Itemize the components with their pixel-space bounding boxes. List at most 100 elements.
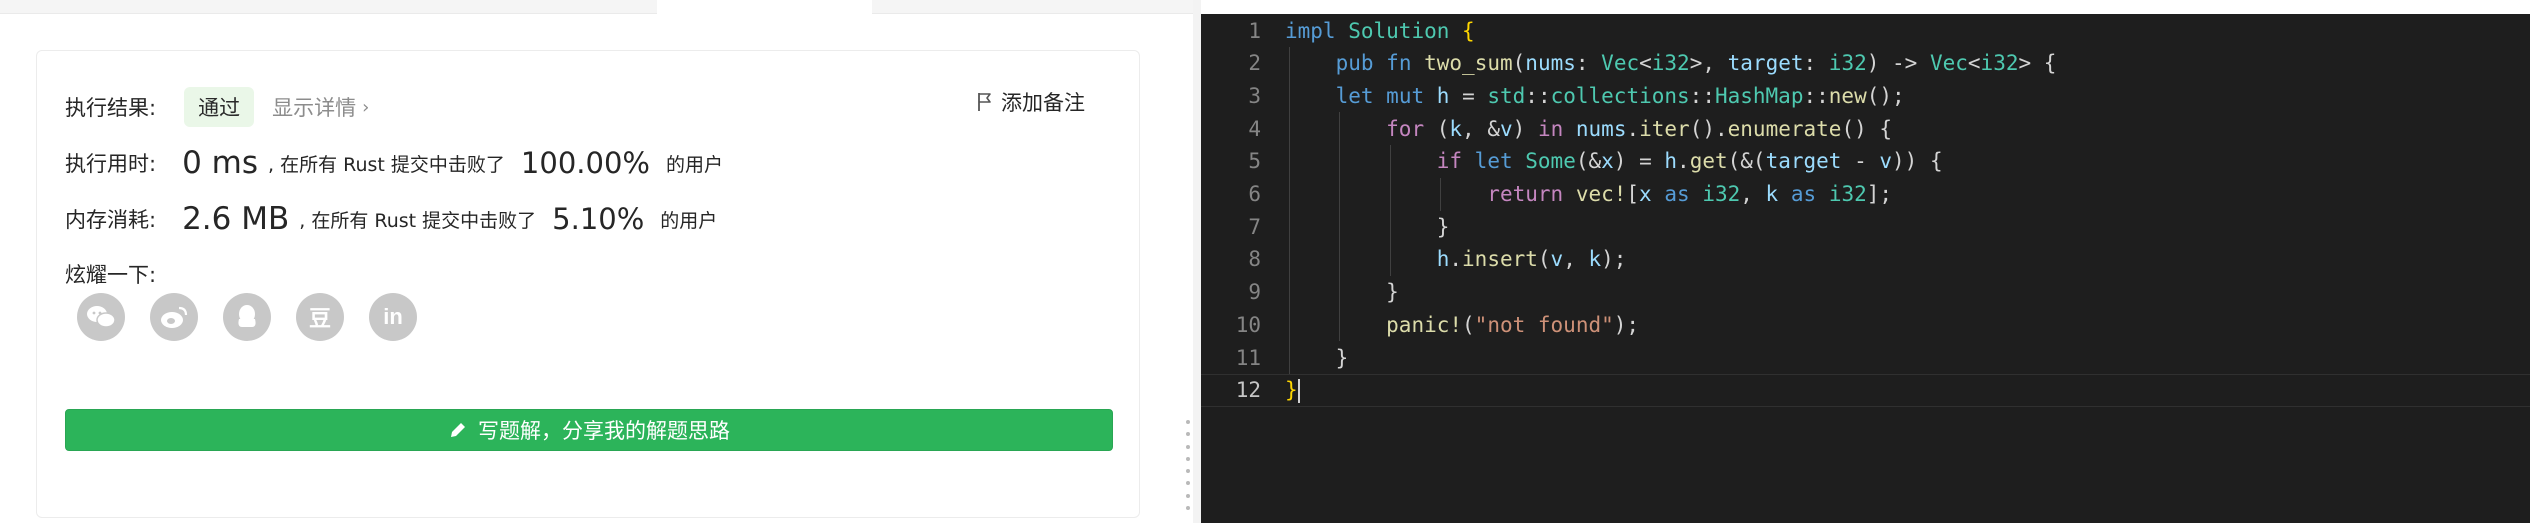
write-solution-button[interactable]: 写题解，分享我的解题思路 <box>65 409 1113 451</box>
code-token: let <box>1335 83 1374 108</box>
code-line[interactable]: 5 if let Some(&x) = h.get(&(target - v))… <box>1201 144 2530 178</box>
line-number: 7 <box>1248 214 1261 239</box>
code-token: :: <box>1689 83 1715 108</box>
runtime-label: 执行用时: <box>65 152 157 176</box>
memory-text: , 在所有 Rust 提交中击败了 <box>299 209 537 232</box>
code-text: pub fn two_sum(nums: Vec<i32>, target: i… <box>1285 51 2057 76</box>
linkedin-icon[interactable]: in <box>369 293 417 341</box>
code-token: impl <box>1285 18 1336 43</box>
code-token: } <box>1285 345 1349 370</box>
line-number: 8 <box>1248 247 1261 272</box>
code-token: v <box>1499 116 1513 141</box>
runtime-users: 的用户 <box>665 153 723 176</box>
line-number: 2 <box>1248 51 1261 76</box>
qq-icon[interactable] <box>223 293 271 341</box>
code-token: () { <box>1841 116 1893 141</box>
code-token: i32 <box>1702 182 1741 206</box>
code-token: h <box>1436 247 1450 272</box>
memory-value: 2.6 MB <box>182 201 290 237</box>
code-line[interactable]: 6 return vec![x as i32, k as i32]; <box>1201 177 2530 211</box>
wechat-icon[interactable] <box>77 293 125 341</box>
code-token: { <box>1462 18 1475 43</box>
code-token: :: <box>1525 83 1551 108</box>
share-label: 炫耀一下: <box>65 263 157 287</box>
code-line[interactable]: 3 let mut h = std::collections::HashMap:… <box>1201 79 2530 113</box>
weibo-icon[interactable] <box>150 293 198 341</box>
code-token: HashMap <box>1714 83 1804 108</box>
add-note-button[interactable]: 添加备注 <box>977 87 1085 117</box>
code-token: ); <box>1601 247 1627 272</box>
show-details-label: 显示详情 <box>272 96 357 120</box>
douban-icon[interactable]: 豆 <box>296 293 344 341</box>
line-number: 10 <box>1235 312 1261 337</box>
code-token: Some <box>1525 149 1576 174</box>
flag-icon <box>978 93 991 111</box>
code-token: enumerate <box>1727 116 1842 141</box>
code-line[interactable]: 10 panic!("not found"); <box>1201 308 2530 342</box>
line-number: 6 <box>1248 182 1261 206</box>
code-token: panic! <box>1386 312 1463 337</box>
code-token: Vec <box>1601 51 1640 76</box>
code-token: k <box>1588 247 1602 272</box>
code-token: ( <box>1424 116 1450 141</box>
code-line[interactable]: 12} <box>1201 373 2530 407</box>
code-token: : <box>1803 51 1829 76</box>
code-token: target <box>1727 51 1804 76</box>
code-token: < <box>1639 51 1652 76</box>
code-token: target <box>1765 149 1842 174</box>
resize-grip-icon[interactable] <box>1186 420 1190 510</box>
memory-users: 的用户 <box>660 209 718 232</box>
code-token: , <box>1740 182 1766 206</box>
code-token: fn <box>1386 51 1412 76</box>
exec-result-row: 执行结果: 通过 显示详情 › <box>65 87 369 127</box>
code-line[interactable]: 11 } <box>1201 341 2530 374</box>
code-line[interactable]: 2 pub fn two_sum(nums: Vec<i32>, target:… <box>1201 46 2530 80</box>
runtime-text: , 在所有 Rust 提交中击败了 <box>268 153 505 176</box>
code-token: i32 <box>1651 51 1690 76</box>
show-details-link[interactable]: 显示详情 › <box>272 92 369 122</box>
code-token: ) -> <box>1866 51 1930 76</box>
code-token: [ <box>1626 182 1640 206</box>
code-text: h.insert(v, k); <box>1285 247 1627 272</box>
code-token: v <box>1879 149 1893 174</box>
code-line[interactable]: 7 } <box>1201 210 2530 244</box>
line-number: 11 <box>1235 345 1261 370</box>
code-text: if let Some(&x) = h.get(&(target - v)) { <box>1285 149 1943 173</box>
runtime-percent: 100.00% <box>520 146 650 180</box>
code-token: k <box>1449 116 1463 141</box>
code-token: : <box>1575 51 1602 76</box>
code-token: } <box>1285 377 1298 402</box>
code-line[interactable]: 9 } <box>1201 275 2530 309</box>
code-token: h <box>1664 149 1678 174</box>
code-token: ) = <box>1613 149 1665 174</box>
code-token: "not found" <box>1474 312 1614 337</box>
code-line[interactable]: 8 h.insert(v, k); <box>1201 242 2530 276</box>
linkedin-glyph: in <box>383 304 403 329</box>
text-cursor <box>1297 378 1300 403</box>
code-token: nums <box>1525 51 1576 76</box>
code-line[interactable]: 1 impl Solution { <box>1201 14 2530 47</box>
code-editor[interactable]: 1 impl Solution {2 pub fn two_sum(nums: V… <box>1201 14 2530 523</box>
code-token: as <box>1790 182 1817 206</box>
code-token: ( <box>1512 51 1526 76</box>
active-tab[interactable] <box>657 0 872 15</box>
pane-splitter[interactable] <box>1193 0 1201 523</box>
code-token: } <box>1285 214 1450 239</box>
code-token: < <box>1967 51 1981 76</box>
code-line[interactable]: 4 for (k, &v) in nums.iter().enumerate()… <box>1201 112 2530 146</box>
code-token: i32 <box>1828 182 1867 206</box>
code-token: k <box>1765 182 1779 206</box>
code-token: (& <box>1575 149 1602 174</box>
